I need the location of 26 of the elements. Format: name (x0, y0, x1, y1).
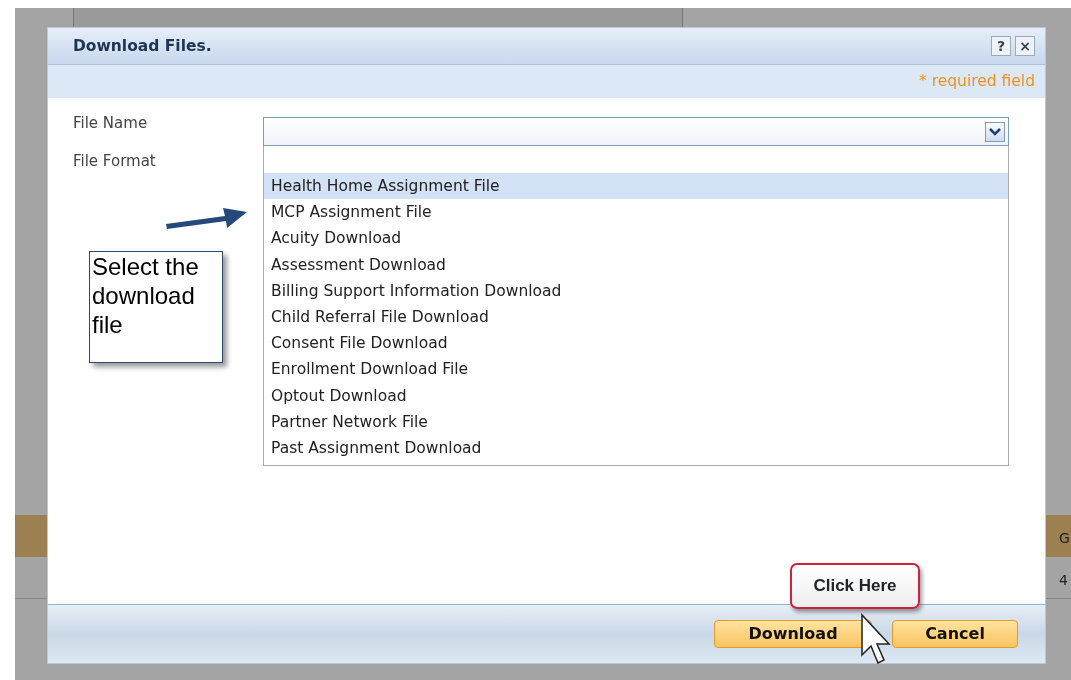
annotation-note: Select the download file (89, 251, 223, 363)
field-label: File Format (73, 151, 156, 172)
dropdown-option[interactable]: Partner Network File (264, 408, 1008, 435)
cancel-button[interactable]: Cancel (892, 620, 1018, 648)
required-note: * required field (919, 70, 1035, 92)
table-cell-text: 4 (1059, 571, 1068, 590)
chevron-icon (989, 127, 1001, 136)
dropdown-option[interactable]: Health Home Assignment File (264, 173, 1008, 200)
callout-bubble: Click Here (790, 563, 920, 609)
dropdown-option[interactable]: Consent File Download (264, 330, 1008, 357)
dropdown-option[interactable]: Billing Support Information Download (264, 277, 1008, 304)
dropdown-option[interactable]: Past Assignment Download (264, 434, 1008, 462)
download-button[interactable]: Download (714, 620, 872, 648)
dropdown-option[interactable]: Child Referral File Download (264, 303, 1008, 331)
close-button[interactable]: × (1015, 36, 1035, 56)
help-button[interactable]: ? (991, 36, 1011, 56)
dropdown-option[interactable]: MCP Assignment File (264, 199, 1008, 226)
dropdown-button[interactable] (985, 121, 1005, 142)
dialog-title: Download Files. (73, 36, 213, 56)
dropdown-option[interactable]: Acuity Download (264, 225, 1008, 252)
dropdown-option[interactable]: Optout Download (264, 382, 1008, 409)
column-header: G (1059, 529, 1070, 548)
dropdown-option[interactable]: Enrollment Download File (264, 356, 1008, 383)
dropdown-option[interactable]: Assessment Download (264, 251, 1008, 278)
field-label: File Name (73, 113, 148, 134)
dropdown-field[interactable] (263, 117, 1009, 146)
